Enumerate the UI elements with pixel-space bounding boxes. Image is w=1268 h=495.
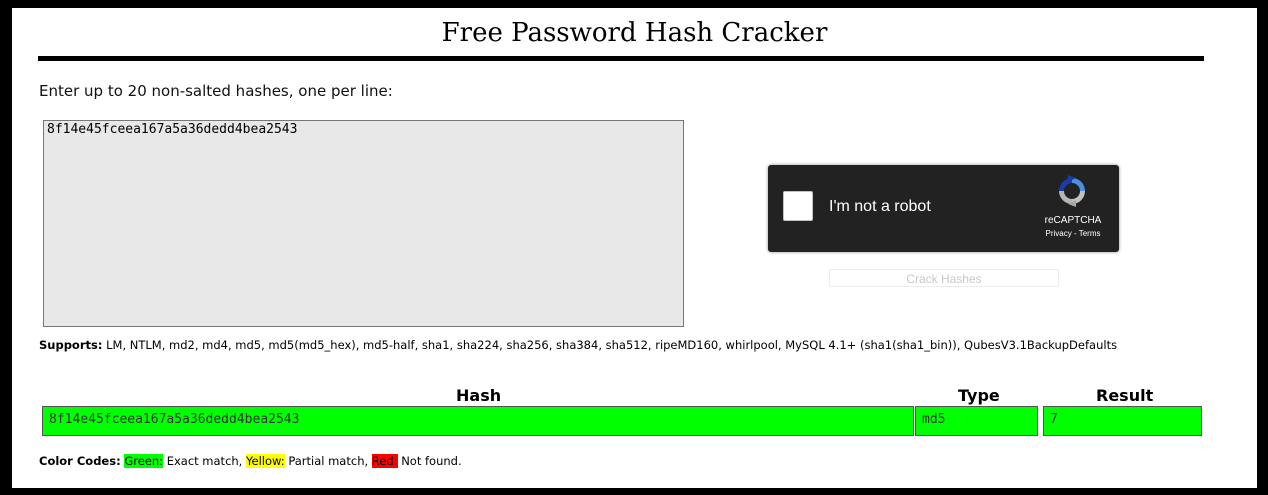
- page-title: Free Password Hash Cracker: [441, 18, 828, 48]
- result-hash-cell: 8f14e45fceea167a5a36dedd4bea2543: [42, 406, 914, 436]
- yellow-swatch: Yellow:: [246, 454, 285, 468]
- green-swatch: Green:: [124, 454, 164, 468]
- title-divider: [38, 56, 1204, 61]
- yellow-description: Partial match,: [288, 454, 369, 468]
- recaptcha-logo-icon: [1059, 175, 1085, 207]
- header-hash: Hash: [456, 386, 502, 405]
- supports-label: Supports:: [39, 338, 103, 352]
- instructions-text: Enter up to 20 non-salted hashes, one pe…: [39, 82, 393, 100]
- supports-text: Supports: LM, NTLM, md2, md4, md5, md5(m…: [39, 338, 1159, 353]
- hash-input[interactable]: 8f14e45fceea167a5a36dedd4bea2543: [43, 120, 684, 327]
- red-swatch: Red:: [371, 454, 398, 468]
- result-type-cell: md5: [915, 406, 1038, 436]
- main-panel: Free Password Hash Cracker Enter up to 2…: [12, 8, 1257, 488]
- crack-hashes-button[interactable]: Crack Hashes: [829, 269, 1059, 287]
- color-codes-legend: Color Codes: Green: Exact match, Yellow:…: [39, 454, 462, 468]
- recaptcha-label: I'm not a robot: [829, 198, 931, 215]
- recaptcha-widget: I'm not a robot reCAPTCHA Privacy - Term…: [768, 165, 1119, 252]
- result-value-cell: 7: [1043, 406, 1202, 436]
- header-result: Result: [1096, 386, 1154, 405]
- recaptcha-brand: reCAPTCHA: [1044, 215, 1102, 226]
- recaptcha-links[interactable]: Privacy - Terms: [1028, 229, 1118, 238]
- green-description: Exact match,: [166, 454, 243, 468]
- color-codes-label: Color Codes:: [39, 454, 121, 468]
- red-description: Not found.: [401, 454, 462, 468]
- header-type: Type: [958, 386, 1000, 405]
- supports-list: LM, NTLM, md2, md4, md5, md5(md5_hex), m…: [106, 338, 1118, 352]
- recaptcha-checkbox[interactable]: [783, 191, 813, 221]
